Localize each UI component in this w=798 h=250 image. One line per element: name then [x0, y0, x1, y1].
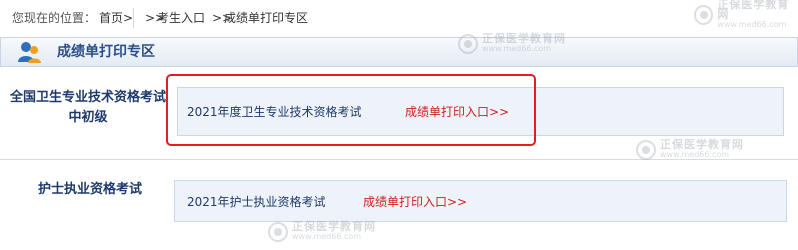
- watermark-brand: 正保医学教育网: [292, 220, 376, 233]
- watermark-logo-icon: [268, 222, 288, 242]
- breadcrumb: 您现在的位置： 首页> >> 考生入口 >> 成绩单打印专区: [0, 0, 798, 35]
- watermark-brand: 正保医学教育网: [482, 32, 566, 45]
- exam-entry-box: 2021年护士执业资格考试 成绩单打印入口>>: [174, 180, 787, 222]
- breadcrumb-home-link[interactable]: 首页>: [99, 10, 133, 26]
- section-title: 成绩单打印专区: [57, 44, 155, 60]
- print-entry-link[interactable]: 成绩单打印入口>>: [363, 194, 467, 210]
- breadcrumb-label: 您现在的位置：: [12, 11, 97, 25]
- highlight-frame: [166, 74, 536, 146]
- watermark-url: www.med66.com: [717, 20, 787, 29]
- watermark: 正保医学教育网 www.med66.com: [636, 138, 744, 160]
- watermark-brand: 正保医学教育网: [717, 0, 790, 21]
- watermark: 正保医学教育网 www.med66.com: [458, 32, 566, 54]
- watermark: 正保医学教育网 www.med66.com: [268, 220, 376, 242]
- watermark-brand: 正保医学教育网: [660, 138, 744, 151]
- watermark-logo-icon: [458, 34, 478, 54]
- watermark-url: www.med66.com: [660, 150, 730, 159]
- category-label: 护士执业资格考试: [37, 182, 142, 197]
- exam-name: 2021年护士执业资格考试: [187, 195, 326, 209]
- section-header: 成绩单打印专区: [0, 37, 798, 67]
- breadcrumb-divider: [133, 8, 134, 28]
- breadcrumb-current: 成绩单打印专区: [224, 11, 309, 25]
- person-icon: [18, 42, 41, 63]
- breadcrumb-entry-link[interactable]: 考生入口: [157, 10, 205, 26]
- watermark-url: www.med66.com: [292, 232, 362, 241]
- watermark: 正保医学教育网 www.med66.com: [694, 0, 798, 30]
- watermark-logo-icon: [636, 140, 656, 160]
- watermark-url: www.med66.com: [482, 44, 552, 53]
- watermark-logo-icon: [694, 5, 714, 25]
- category-label: 全国卫生专业技术资格考试中初级: [9, 90, 166, 125]
